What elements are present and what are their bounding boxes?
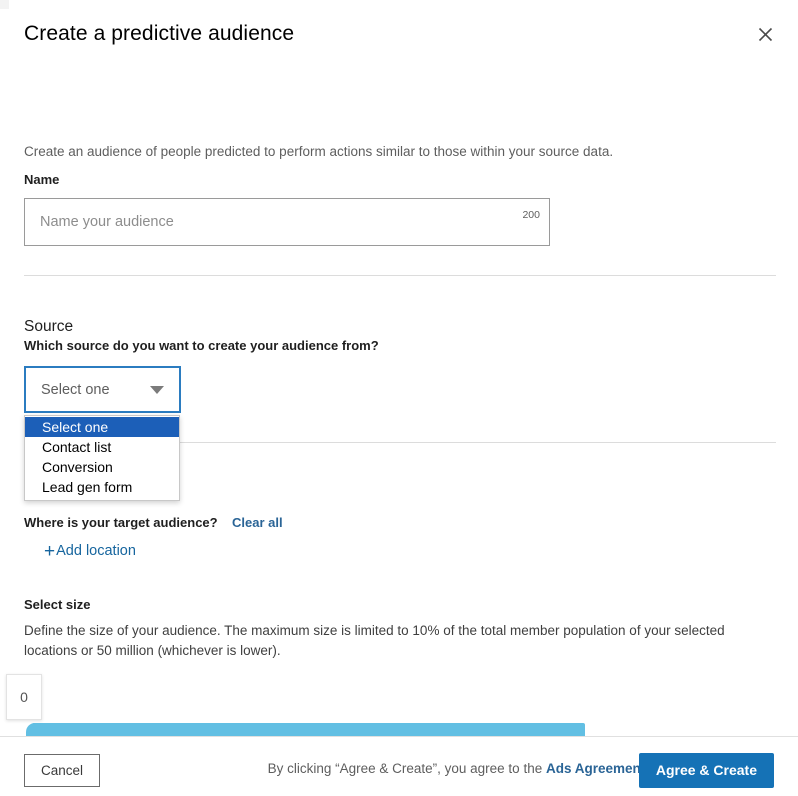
source-option-conversion[interactable]: Conversion — [25, 457, 179, 477]
plus-icon: + — [44, 541, 56, 562]
agreement-text: By clicking “Agree & Create”, you agree … — [268, 760, 649, 778]
chevron-down-icon — [150, 385, 164, 394]
slider-value-tooltip: 0 — [6, 674, 42, 720]
create-predictive-audience-dialog: Create a predictive audience Create an a… — [0, 0, 798, 796]
source-select-value: Select one — [41, 381, 110, 398]
size-section-description: Define the size of your audience. The ma… — [24, 623, 725, 658]
dialog-footer: Cancel By clicking “Agree & Create”, you… — [0, 736, 798, 796]
location-question: Where is your target audience? — [24, 515, 218, 530]
close-button[interactable] — [750, 19, 780, 49]
size-section-title: Select size — [24, 597, 91, 612]
source-select[interactable]: Select one — [24, 366, 181, 413]
source-section-title: Source — [24, 318, 74, 335]
name-input-wrapper: 200 — [24, 198, 550, 246]
source-select-menu[interactable]: Select one Contact list Conversion Lead … — [24, 415, 180, 501]
add-location-label: Add location — [56, 543, 136, 559]
intro-description: Create an audience of people predicted t… — [24, 144, 614, 159]
dialog-body: Create an audience of people predicted t… — [0, 70, 798, 796]
name-input[interactable] — [25, 199, 549, 245]
source-option-lead-gen-form[interactable]: Lead gen form — [25, 477, 179, 497]
character-limit-counter: 200 — [522, 209, 540, 221]
source-section-question: Which source do you want to create your … — [24, 338, 379, 353]
add-location-button[interactable]: + Add location — [44, 542, 136, 561]
page-title: Create a predictive audience — [24, 22, 295, 45]
name-label: Name — [24, 172, 60, 187]
ads-agreement-link[interactable]: Ads Agreement. — [546, 761, 649, 776]
clear-all-link[interactable]: Clear all — [232, 514, 283, 532]
agree-and-create-button[interactable]: Agree & Create — [638, 753, 774, 788]
agreement-prefix: By clicking “Agree & Create”, you agree … — [267, 761, 546, 776]
dialog-header: Create a predictive audience — [0, 0, 798, 70]
close-icon — [758, 27, 773, 42]
cancel-button[interactable]: Cancel — [24, 754, 100, 787]
source-option-select-one[interactable]: Select one — [25, 417, 179, 437]
source-option-contact-list[interactable]: Contact list — [25, 437, 179, 457]
divider-name-source — [24, 275, 776, 276]
